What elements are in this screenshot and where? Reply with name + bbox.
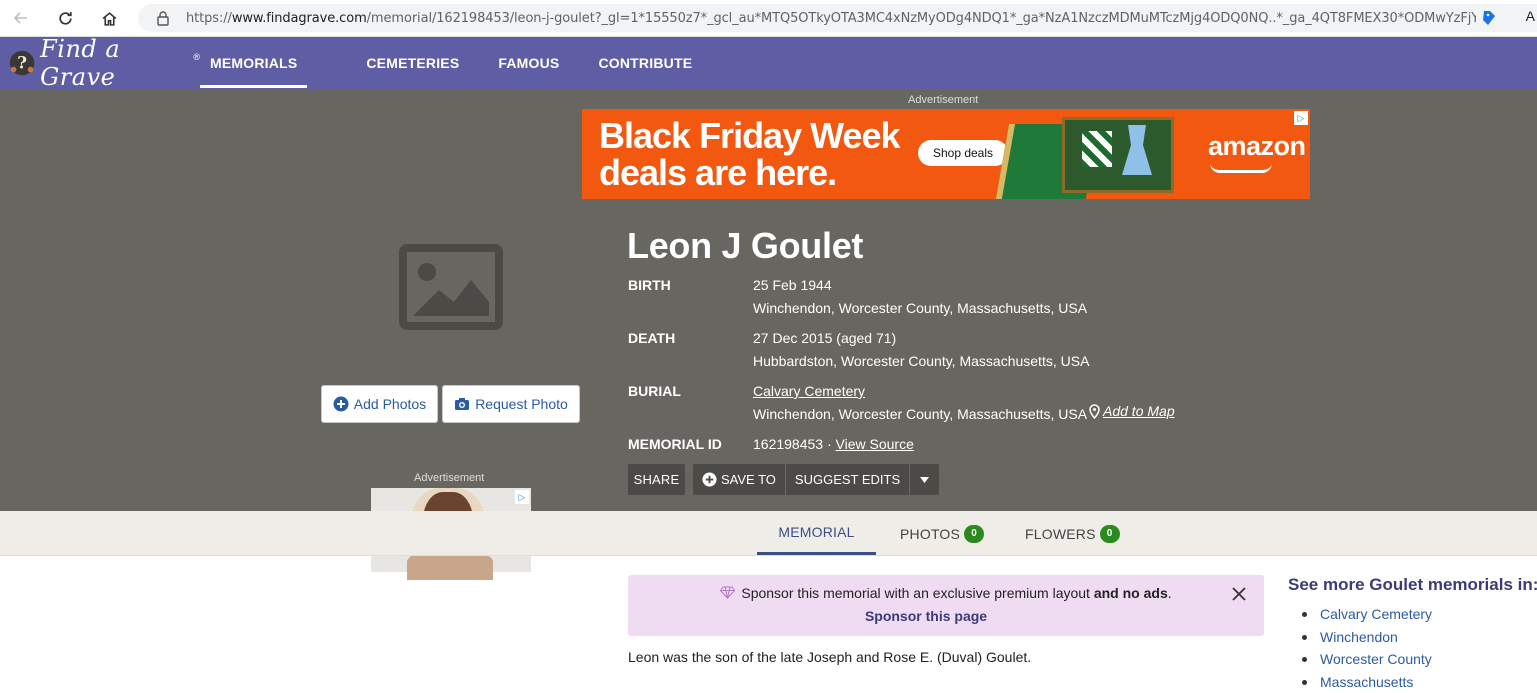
add-photos-label: Add Photos <box>354 396 426 412</box>
save-suggest-group: SAVE TO SUGGEST EDITS <box>693 464 939 495</box>
browser-toolbar: https://www.findagrave.com/memorial/1621… <box>0 0 1537 37</box>
see-more-list: Calvary Cemetery Winchendon Worcester Co… <box>1302 603 1432 693</box>
burial-place: Winchendon, Worcester County, Massachuse… <box>753 403 1087 426</box>
tab-photos-label: PHOTOS <box>900 526 960 542</box>
tab-photos[interactable]: PHOTOS 0 <box>900 511 984 556</box>
tab-flowers-label: FLOWERS <box>1025 526 1096 542</box>
tag-icon[interactable] <box>1481 9 1497 32</box>
caret-down-icon <box>920 477 929 483</box>
flowers-count-badge: 0 <box>1100 525 1120 543</box>
see-more-cemetery-link[interactable]: Calvary Cemetery <box>1302 603 1432 626</box>
see-more-state-link[interactable]: Massachusetts <box>1302 671 1432 693</box>
share-button[interactable]: SHARE <box>628 464 685 495</box>
svg-text:?: ? <box>17 53 27 73</box>
burial-label: BURIAL <box>628 383 681 399</box>
side-ad-label: Advertisement <box>414 472 484 484</box>
see-more-heading: See more Goulet memorials in: <box>1288 575 1537 595</box>
back-icon[interactable] <box>6 3 36 33</box>
nav-contribute[interactable]: CONTRIBUTE <box>598 37 692 89</box>
site-header: ? Find a Grave ® MEMORIALS CEMETERIES FA… <box>0 37 1537 89</box>
sponsor-no-ads: and no ads <box>1094 585 1168 601</box>
site-info-icon[interactable] <box>150 10 176 26</box>
nav-memorials[interactable]: MEMORIALS <box>200 42 307 88</box>
refresh-icon[interactable] <box>50 3 80 33</box>
url-path: /memorial/162198453/leon-j-goulet?_gl=1*… <box>367 11 1476 26</box>
adchoices-icon[interactable]: ▷ <box>515 490 529 504</box>
see-more-surname: Goulet <box>1369 575 1423 594</box>
home-icon[interactable] <box>94 3 124 33</box>
birth-value: 25 Feb 1944 Winchendon, Worcester County… <box>753 274 1087 320</box>
url-domain: www.findagrave.com <box>232 11 367 26</box>
ad-headline-line1: Black Friday Week <box>599 117 900 154</box>
memorial-name: Leon J Goulet <box>627 225 863 267</box>
add-to-map-link[interactable]: Add to Map <box>1089 403 1175 419</box>
ad-brand: amazon <box>1208 131 1306 162</box>
close-icon[interactable] <box>1231 585 1247 608</box>
logo-mark-icon: ? <box>8 48 36 78</box>
sponsor-text: Sponsor this memorial with an exclusive … <box>628 585 1264 601</box>
plus-circle-icon <box>333 396 349 412</box>
url-text: https://www.findagrave.com/memorial/1621… <box>186 11 1476 26</box>
logo-registered-mark: ® <box>193 52 200 62</box>
birth-label: BIRTH <box>628 277 671 293</box>
memorial-id-value: 162198453 · View Source <box>753 433 914 456</box>
see-more-prefix: See more <box>1288 575 1365 594</box>
ad-headline: Black Friday Week deals are here. <box>599 117 900 191</box>
memorial-hero: Advertisement Black Friday Week deals ar… <box>0 89 1537 511</box>
profile-initial[interactable]: A <box>1526 8 1535 24</box>
request-photo-button[interactable]: Request Photo <box>442 385 580 423</box>
add-to-map-label: Add to Map <box>1103 403 1175 419</box>
add-photos-button[interactable]: Add Photos <box>321 385 438 423</box>
tab-flowers[interactable]: FLOWERS 0 <box>1025 511 1120 556</box>
sponsor-message: Sponsor this memorial with an exclusive … <box>741 585 1090 601</box>
more-actions-dropdown[interactable] <box>910 464 939 495</box>
memorial-id-number: 162198453 · <box>753 436 832 452</box>
logo-text: Find a Grave <box>40 35 193 91</box>
death-value: 27 Dec 2015 (aged 71) Hubbardston, Worce… <box>753 327 1089 373</box>
map-pin-icon <box>1089 404 1100 419</box>
nav-famous[interactable]: FAMOUS <box>498 37 559 89</box>
findagrave-logo[interactable]: ? Find a Grave ® <box>8 35 200 91</box>
birth-date: 25 Feb 1944 <box>753 274 1087 297</box>
diamond-icon <box>720 586 735 599</box>
request-photo-label: Request Photo <box>475 396 568 412</box>
death-place: Hubbardston, Worcester County, Massachus… <box>753 350 1089 373</box>
save-to-label: SAVE TO <box>721 472 776 487</box>
ad-headline-line2: deals are here. <box>599 154 900 191</box>
tab-memorial[interactable]: MEMORIAL <box>757 511 876 555</box>
sponsor-period: . <box>1168 585 1172 601</box>
see-more-town-link[interactable]: Winchendon <box>1302 626 1432 649</box>
see-more-county-link[interactable]: Worcester County <box>1302 648 1432 671</box>
address-bar[interactable]: https://www.findagrave.com/memorial/1621… <box>138 4 1537 32</box>
view-source-link[interactable]: View Source <box>836 436 914 452</box>
memorial-bio: Leon was the son of the late Joseph and … <box>628 649 1031 665</box>
sponsor-page-link[interactable]: Sponsor this page <box>628 608 1224 624</box>
cemetery-link[interactable]: Calvary Cemetery <box>753 383 865 399</box>
birth-place: Winchendon, Worcester County, Massachuse… <box>753 297 1087 320</box>
nav-cemeteries[interactable]: CEMETERIES <box>366 37 459 89</box>
ad-box-graphic <box>1062 117 1174 193</box>
adchoices-icon[interactable]: ▷ <box>1294 111 1308 125</box>
death-date: 27 Dec 2015 (aged 71) <box>753 327 1089 350</box>
see-more-suffix: memorials in: <box>1428 575 1537 594</box>
memorial-tabs: MEMORIAL PHOTOS 0 FLOWERS 0 <box>0 511 1537 556</box>
url-scheme: https:// <box>186 11 232 26</box>
top-ad-label: Advertisement <box>908 94 978 106</box>
burial-value: Calvary Cemetery Winchendon, Worcester C… <box>753 380 1087 426</box>
memorial-id-label: MEMORIAL ID <box>628 436 722 452</box>
photo-placeholder-icon <box>399 244 503 330</box>
suggest-edits-button[interactable]: SUGGEST EDITS <box>786 464 910 495</box>
sponsor-banner: Sponsor this memorial with an exclusive … <box>628 575 1264 636</box>
ad-mug-graphic <box>1082 131 1112 167</box>
death-label: DEATH <box>628 330 675 346</box>
top-ad-banner[interactable]: Black Friday Week deals are here. Shop d… <box>582 109 1310 199</box>
camera-icon <box>454 397 470 411</box>
plus-circle-icon <box>702 472 717 487</box>
photos-count-badge: 0 <box>964 525 984 543</box>
ad-shop-button[interactable]: Shop deals <box>918 140 1008 166</box>
save-to-button[interactable]: SAVE TO <box>693 464 786 495</box>
ad-brand-smile <box>1210 163 1272 173</box>
